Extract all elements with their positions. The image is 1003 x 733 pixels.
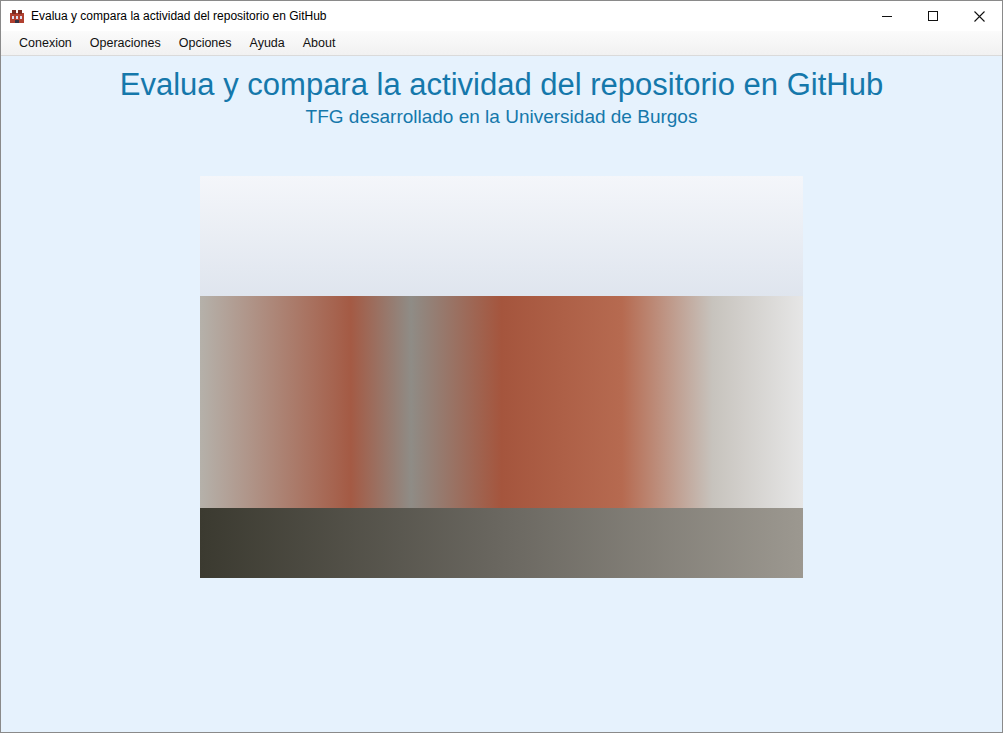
minimize-icon — [882, 11, 892, 21]
close-icon — [974, 11, 985, 22]
menu-item[interactable]: Ayuda — [241, 32, 294, 54]
sub-heading: TFG desarrollado en la Universidad de Bu… — [306, 104, 698, 130]
app-window: Evalua y compara la actividad del reposi… — [0, 0, 1003, 733]
university-building-icon — [9, 8, 25, 24]
main-heading: Evalua y compara la actividad del reposi… — [120, 66, 883, 104]
university-photo — [200, 176, 803, 578]
main-content: Evalua y compara la actividad del reposi… — [1, 56, 1002, 732]
menu-item[interactable]: About — [294, 32, 345, 54]
close-button[interactable] — [956, 1, 1002, 31]
menu-item[interactable]: Operaciones — [81, 32, 170, 54]
menu-item[interactable]: Conexion — [10, 32, 81, 54]
maximize-button[interactable] — [910, 1, 956, 31]
maximize-icon — [928, 11, 938, 21]
menu-item[interactable]: Opciones — [170, 32, 241, 54]
menu-bar: ConexionOperacionesOpcionesAyudaAbout — [1, 31, 1002, 56]
minimize-button[interactable] — [864, 1, 910, 31]
title-bar: Evalua y compara la actividad del reposi… — [1, 1, 1002, 31]
window-title: Evalua y compara la actividad del reposi… — [31, 9, 864, 23]
